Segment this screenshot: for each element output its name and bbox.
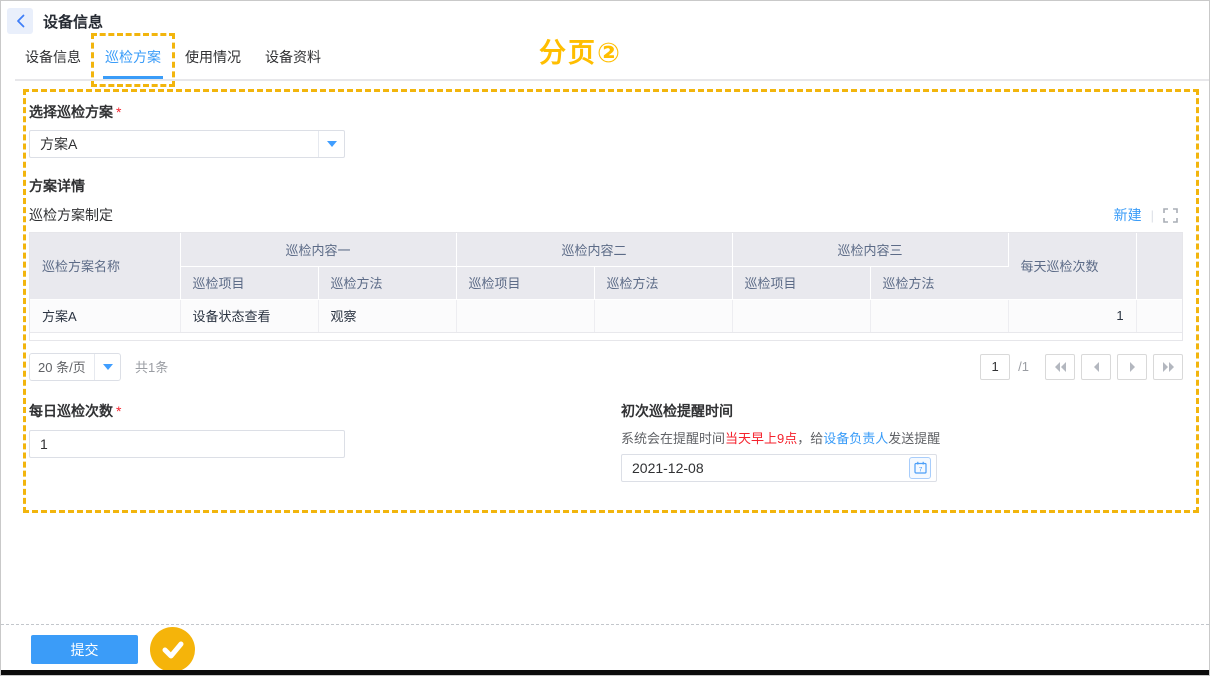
cell-item-3 bbox=[732, 299, 870, 332]
tab-inspection-plan[interactable]: 巡检方案 bbox=[103, 39, 163, 79]
cell-extra bbox=[1136, 299, 1182, 332]
col-item-1: 巡检项目 bbox=[180, 266, 318, 299]
new-button[interactable]: 新建 bbox=[1114, 205, 1142, 225]
plan-table-toolbar: 巡检方案制定 新建 | bbox=[29, 205, 1178, 225]
total-count-text: 共1条 bbox=[135, 357, 168, 376]
footer: 提交 bbox=[1, 624, 1209, 670]
plan-select-value: 方案A bbox=[30, 134, 318, 154]
cell-method-3 bbox=[870, 299, 1008, 332]
cell-daily-count: 1 bbox=[1008, 299, 1136, 332]
double-chevron-right-icon bbox=[1162, 362, 1175, 372]
prev-page-button[interactable] bbox=[1081, 354, 1111, 380]
submit-button[interactable]: 提交 bbox=[31, 635, 138, 664]
device-info-page: 设备信息 设备信息 巡检方案 使用情况 设备资料 分页② 选择巡检方案* 方案A… bbox=[0, 0, 1210, 676]
daily-count-label: 每日巡检次数* bbox=[29, 401, 621, 421]
tab-label: 设备信息 bbox=[25, 49, 81, 65]
tab-device-docs[interactable]: 设备资料 bbox=[263, 39, 323, 79]
next-page-button[interactable] bbox=[1117, 354, 1147, 380]
check-icon bbox=[161, 640, 185, 660]
page-annotation: 分页② bbox=[539, 31, 622, 70]
double-chevron-left-icon bbox=[1054, 362, 1067, 372]
chevron-left-icon bbox=[16, 14, 25, 28]
hint-person-highlight: 设备负责人 bbox=[823, 431, 888, 446]
active-tab-underline bbox=[103, 76, 163, 79]
cell-plan-name: 方案A bbox=[30, 299, 180, 332]
remind-hint: 系统会在提醒时间当天早上9点，给设备负责人发送提醒 bbox=[621, 428, 940, 447]
cell-item-1: 设备状态查看 bbox=[180, 299, 318, 332]
tab-label: 巡检方案 bbox=[105, 49, 161, 65]
calendar-icon[interactable]: 7 bbox=[909, 457, 931, 479]
col-group-content-2: 巡检内容二 bbox=[456, 233, 732, 266]
required-mark: * bbox=[116, 104, 121, 120]
page-total-text: /1 bbox=[1018, 359, 1029, 374]
chevron-right-icon bbox=[1129, 362, 1136, 372]
col-extra bbox=[1136, 233, 1182, 299]
col-group-content-3: 巡检内容三 bbox=[732, 233, 1008, 266]
page-number-input[interactable] bbox=[980, 354, 1010, 380]
first-page-button[interactable] bbox=[1045, 354, 1075, 380]
plan-table-wrapper: 巡检方案名称 巡检内容一 巡检内容二 巡检内容三 每天巡检次数 巡检项目 巡检方… bbox=[29, 232, 1183, 341]
plan-table-title: 巡检方案制定 bbox=[29, 205, 113, 225]
bottom-edge-bar bbox=[1, 670, 1209, 675]
page-size-select[interactable]: 20 条/页 bbox=[29, 353, 121, 381]
lower-form: 每日巡检次数* 初次巡检提醒时间 系统会在提醒时间当天早上9点，给设备负责人发送… bbox=[29, 397, 1178, 482]
check-annotation bbox=[150, 627, 195, 672]
table-row[interactable]: 方案A 设备状态查看 观察 1 bbox=[30, 299, 1182, 332]
plan-select-arrow[interactable] bbox=[318, 131, 344, 157]
last-page-button[interactable] bbox=[1153, 354, 1183, 380]
col-method-3: 巡检方法 bbox=[870, 266, 1008, 299]
page-size-arrow[interactable] bbox=[94, 354, 120, 380]
toolbar-divider: | bbox=[1151, 208, 1154, 223]
fullscreen-icon[interactable] bbox=[1163, 208, 1178, 223]
daily-count-input[interactable] bbox=[29, 430, 345, 458]
tab-usage[interactable]: 使用情况 bbox=[183, 39, 243, 79]
tab-device-info[interactable]: 设备信息 bbox=[23, 39, 83, 79]
remind-date-picker[interactable]: 2021-12-08 7 bbox=[621, 454, 937, 482]
caret-down-icon bbox=[103, 364, 113, 370]
col-daily-count: 每天巡检次数 bbox=[1008, 233, 1136, 299]
plan-select[interactable]: 方案A bbox=[29, 130, 345, 158]
highlighted-region: 选择巡检方案* 方案A 方案详情 巡检方案制定 新建 | bbox=[23, 89, 1199, 513]
cell-method-1: 观察 bbox=[318, 299, 456, 332]
select-plan-label: 选择巡检方案* bbox=[29, 102, 1178, 122]
col-group-content-1: 巡检内容一 bbox=[180, 233, 456, 266]
col-method-1: 巡检方法 bbox=[318, 266, 456, 299]
hint-time-highlight: 当天早上9点 bbox=[725, 431, 797, 446]
table-group-header-row: 巡检方案名称 巡检内容一 巡检内容二 巡检内容三 每天巡检次数 bbox=[30, 233, 1182, 266]
back-button[interactable] bbox=[7, 8, 33, 34]
col-plan-name: 巡检方案名称 bbox=[30, 233, 180, 299]
plan-table: 巡检方案名称 巡检内容一 巡检内容二 巡检内容三 每天巡检次数 巡检项目 巡检方… bbox=[30, 233, 1182, 333]
tab-label: 设备资料 bbox=[265, 49, 321, 65]
cell-method-2 bbox=[594, 299, 732, 332]
plan-detail-title: 方案详情 bbox=[29, 176, 1178, 196]
caret-down-icon bbox=[327, 141, 337, 147]
first-remind-label: 初次巡检提醒时间 bbox=[621, 401, 940, 421]
col-method-2: 巡检方法 bbox=[594, 266, 732, 299]
tab-label: 使用情况 bbox=[185, 49, 241, 65]
col-item-2: 巡检项目 bbox=[456, 266, 594, 299]
chevron-left-icon bbox=[1093, 362, 1100, 372]
remind-date-value: 2021-12-08 bbox=[622, 460, 909, 476]
svg-text:7: 7 bbox=[918, 467, 922, 474]
calendar-glyph: 7 bbox=[914, 461, 927, 474]
cell-item-2 bbox=[456, 299, 594, 332]
col-item-3: 巡检项目 bbox=[732, 266, 870, 299]
page-size-value: 20 条/页 bbox=[30, 357, 94, 376]
required-mark: * bbox=[116, 403, 121, 419]
page-title: 设备信息 bbox=[43, 11, 103, 32]
pagination: 20 条/页 共1条 /1 bbox=[29, 353, 1183, 381]
